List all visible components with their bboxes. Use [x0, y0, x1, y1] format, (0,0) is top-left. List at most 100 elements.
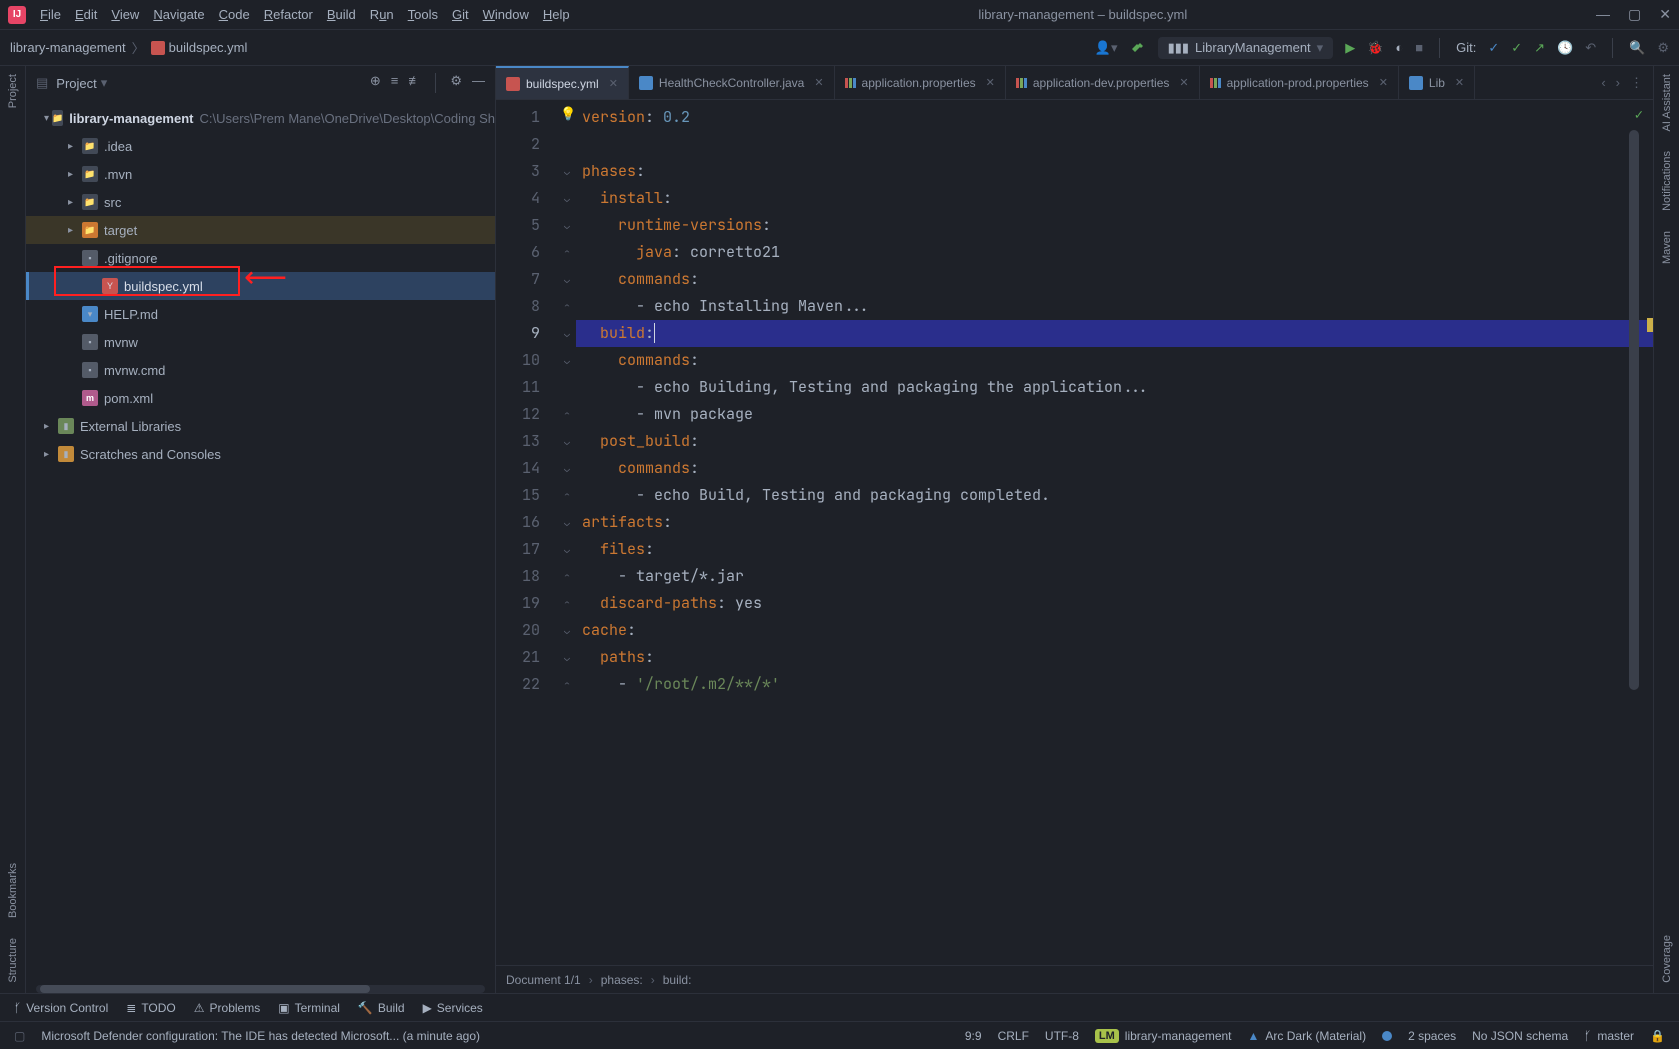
code-line-6[interactable]: java: corretto21: [576, 239, 1653, 266]
code-line-13[interactable]: post_build:: [576, 428, 1653, 455]
menu-refactor[interactable]: Refactor: [264, 7, 313, 22]
code-content[interactable]: ✓ version: 0.2phases: install: runtime-v…: [576, 100, 1653, 965]
lock-icon[interactable]: 🔒: [1650, 1029, 1665, 1043]
menu-git[interactable]: Git: [452, 7, 469, 22]
code-line-20[interactable]: cache:: [576, 617, 1653, 644]
tree-item-buildspec-yml[interactable]: Ybuildspec.yml: [26, 272, 495, 300]
git-branch[interactable]: ᚶ master: [1584, 1029, 1634, 1043]
menu-edit[interactable]: Edit: [75, 7, 97, 22]
search-icon[interactable]: 🔍: [1629, 40, 1645, 56]
tree-h-scrollbar[interactable]: [36, 985, 485, 993]
panel-settings-icon[interactable]: ⚙: [450, 73, 462, 93]
tree-item-mvnw[interactable]: ▪mvnw: [26, 328, 495, 356]
close-tab-icon[interactable]: ✕: [814, 76, 823, 89]
close-tab-icon[interactable]: ✕: [1379, 76, 1388, 89]
ai-assistant-tool-button[interactable]: AI Assistant: [1661, 74, 1673, 131]
code-line-18[interactable]: - target/*.jar: [576, 563, 1653, 590]
menu-build[interactable]: Build: [327, 7, 356, 22]
fold-gutter[interactable]: ⌄⌄⌄⌃⌄⌃⌄⌄⌃⌄⌄⌃⌄⌄⌃⌃⌄⌄⌃: [558, 100, 576, 965]
tab-application-dev-properties[interactable]: application-dev.properties✕: [1006, 66, 1200, 99]
code-line-7[interactable]: commands:: [576, 266, 1653, 293]
tab-HealthCheckController-java[interactable]: HealthCheckController.java✕: [629, 66, 835, 99]
theme-indicator[interactable]: ▲Arc Dark (Material): [1248, 1029, 1367, 1043]
run-config-selector[interactable]: ▮▮▮ LibraryManagement ▾: [1158, 37, 1334, 59]
crumb-build[interactable]: build:: [663, 973, 692, 987]
project-view-selector[interactable]: Project ▾: [56, 75, 107, 91]
tab-application-prod-properties[interactable]: application-prod.properties✕: [1200, 66, 1399, 99]
tool-window-build[interactable]: 🔨Build: [358, 1001, 405, 1015]
tree-item--mvn[interactable]: ▸📁.mvn: [26, 160, 495, 188]
menu-file[interactable]: File: [40, 7, 61, 22]
tab-next-icon[interactable]: ›: [1616, 75, 1620, 90]
menu-navigate[interactable]: Navigate: [153, 7, 204, 22]
settings-icon[interactable]: ⚙: [1657, 40, 1669, 56]
code-line-8[interactable]: 💡 - echo Installing Maven...: [576, 293, 1653, 320]
code-line-2[interactable]: [576, 131, 1653, 158]
breadcrumb-project[interactable]: library-management: [10, 40, 126, 55]
error-stripe[interactable]: [1641, 100, 1653, 965]
tree-item-HELP-md[interactable]: ▾HELP.md: [26, 300, 495, 328]
menu-view[interactable]: View: [111, 7, 139, 22]
project-indicator[interactable]: LMlibrary-management: [1095, 1029, 1232, 1043]
tree-item--gitignore[interactable]: ▪.gitignore: [26, 244, 495, 272]
git-pull-icon[interactable]: ✓: [1488, 40, 1499, 56]
stop-icon[interactable]: ■: [1415, 40, 1423, 55]
git-commit-icon[interactable]: ✓: [1511, 40, 1522, 56]
bookmarks-tool-button[interactable]: Bookmarks: [7, 863, 19, 918]
menu-help[interactable]: Help: [543, 7, 570, 22]
status-message[interactable]: Microsoft Defender configuration: The ID…: [41, 1029, 949, 1043]
menu-tools[interactable]: Tools: [408, 7, 438, 22]
file-encoding[interactable]: UTF-8: [1045, 1029, 1079, 1043]
tool-window-version-control[interactable]: ᚶVersion Control: [14, 1001, 108, 1015]
tree-scratches[interactable]: ▸▮Scratches and Consoles: [26, 440, 495, 468]
crumb-phases[interactable]: phases:: [601, 973, 643, 987]
tool-window-problems[interactable]: ⚠Problems: [194, 1001, 260, 1015]
tree-extLibs[interactable]: ▸▮External Libraries: [26, 412, 495, 440]
maven-tool-button[interactable]: Maven: [1661, 231, 1673, 264]
close-button[interactable]: ✕: [1659, 6, 1671, 23]
code-line-3[interactable]: phases:: [576, 158, 1653, 185]
tool-window-services[interactable]: ▶Services: [423, 1001, 483, 1015]
code-line-17[interactable]: files:: [576, 536, 1653, 563]
tab-prev-icon[interactable]: ‹: [1601, 75, 1605, 90]
intention-bulb-icon[interactable]: 💡: [560, 100, 576, 127]
tree-item-mvnw-cmd[interactable]: ▪mvnw.cmd: [26, 356, 495, 384]
caret-position[interactable]: 9:9: [965, 1029, 982, 1043]
menu-code[interactable]: Code: [219, 7, 250, 22]
history-icon[interactable]: 🕓: [1557, 40, 1573, 56]
line-separator[interactable]: CRLF: [998, 1029, 1029, 1043]
menu-window[interactable]: Window: [483, 7, 529, 22]
code-line-10[interactable]: commands:: [576, 347, 1653, 374]
notifications-tool-button[interactable]: Notifications: [1661, 151, 1673, 211]
run-icon[interactable]: ▶: [1345, 40, 1355, 56]
tab-Lib[interactable]: Lib✕: [1399, 66, 1475, 99]
tool-window-todo[interactable]: ≣TODO: [126, 1001, 176, 1015]
code-line-9[interactable]: build:: [576, 320, 1653, 347]
undo-icon[interactable]: ↶: [1585, 40, 1596, 56]
code-line-11[interactable]: - echo Building, Testing and packaging t…: [576, 374, 1653, 401]
tree-item--idea[interactable]: ▸📁.idea: [26, 132, 495, 160]
project-tree[interactable]: ▾📁library-managementC:\Users\Prem Mane\O…: [26, 100, 495, 985]
close-tab-icon[interactable]: ✕: [609, 77, 618, 90]
code-line-14[interactable]: commands:: [576, 455, 1653, 482]
code-line-21[interactable]: paths:: [576, 644, 1653, 671]
schema-indicator[interactable]: No JSON schema: [1472, 1029, 1568, 1043]
tab-application-properties[interactable]: application.properties✕: [835, 66, 1006, 99]
code-line-16[interactable]: artifacts:: [576, 509, 1653, 536]
line-gutter[interactable]: 12345678910111213141516171819202122: [496, 100, 558, 965]
user-add-icon[interactable]: 👤▾: [1095, 40, 1118, 56]
coverage-icon[interactable]: ◐: [1395, 40, 1403, 55]
tool-window-terminal[interactable]: ▣Terminal: [278, 1001, 340, 1015]
structure-tool-button[interactable]: Structure: [7, 938, 19, 983]
code-line-4[interactable]: install:: [576, 185, 1653, 212]
maximize-button[interactable]: ▢: [1628, 6, 1641, 23]
code-line-1[interactable]: version: 0.2: [576, 104, 1653, 131]
close-tab-icon[interactable]: ✕: [986, 76, 995, 89]
close-tab-icon[interactable]: ✕: [1455, 76, 1464, 89]
editor-v-scrollbar[interactable]: [1629, 100, 1639, 965]
coverage-tool-button[interactable]: Coverage: [1661, 935, 1673, 983]
code-line-5[interactable]: runtime-versions:: [576, 212, 1653, 239]
tree-root[interactable]: ▾📁library-managementC:\Users\Prem Mane\O…: [26, 104, 495, 132]
close-tab-icon[interactable]: ✕: [1179, 76, 1188, 89]
git-push-icon[interactable]: ↗: [1534, 40, 1545, 56]
